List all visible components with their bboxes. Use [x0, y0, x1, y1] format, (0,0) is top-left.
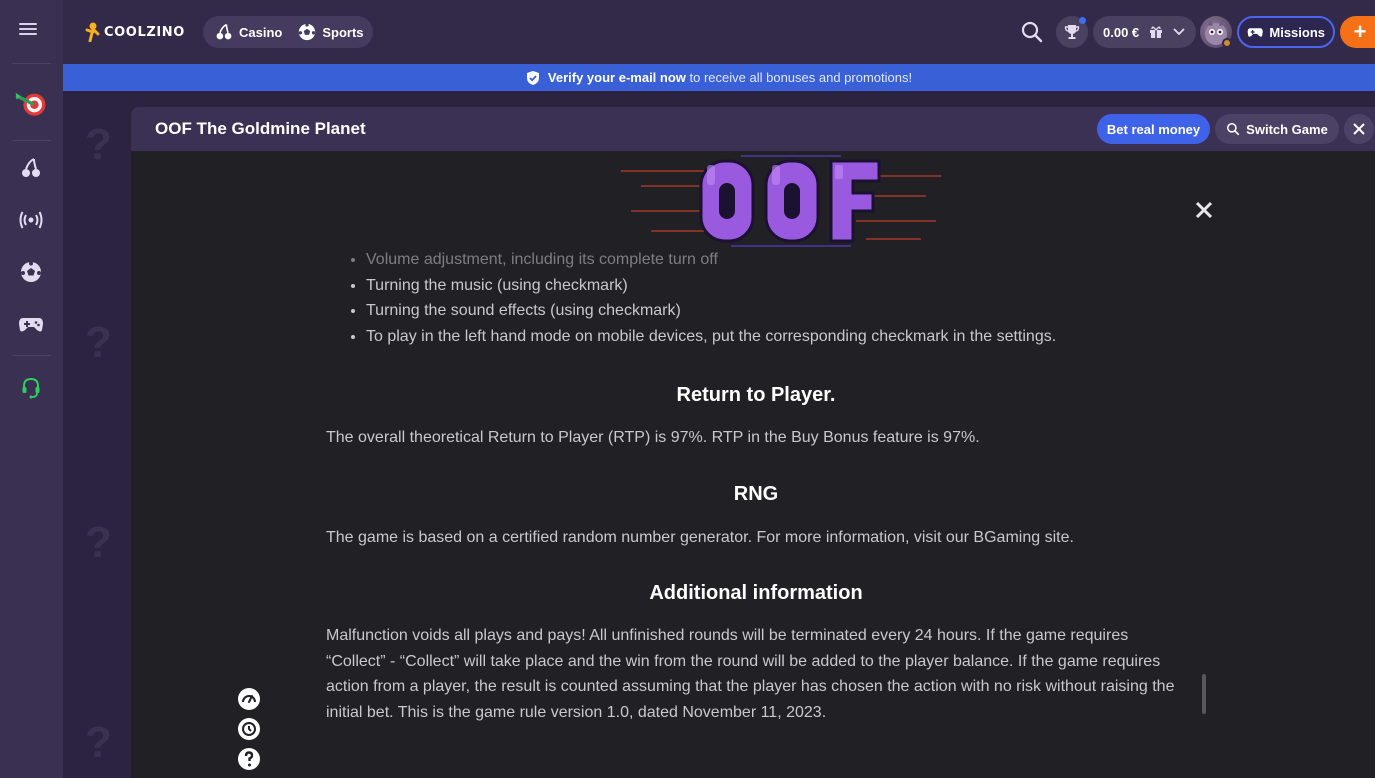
- game-header-bar: OOF The Goldmine Planet Bet real money S…: [131, 107, 1375, 151]
- trophy-button[interactable]: [1056, 16, 1088, 48]
- list-item: Turning the sound effects (using checkma…: [366, 298, 1186, 324]
- background-placeholder-icon: ?: [85, 518, 112, 567]
- rtp-text: The overall theoretical Return to Player…: [326, 429, 980, 447]
- bet-real-money-button[interactable]: Bet real money: [1097, 114, 1210, 144]
- sidebar-item-support[interactable]: [14, 371, 48, 405]
- question-icon: [238, 748, 260, 770]
- game-tool-buttons: [237, 687, 261, 777]
- missions-button[interactable]: Missions: [1237, 16, 1335, 48]
- nav-casino-button[interactable]: Casino: [211, 23, 286, 41]
- speed-icon: [238, 688, 260, 710]
- menu-hamburger-icon[interactable]: [19, 20, 43, 40]
- live-broadcast-icon: [19, 211, 43, 229]
- avatar-level-badge: [1222, 38, 1232, 48]
- verify-email-banner[interactable]: Verify your e-mail now to receive all bo…: [63, 64, 1375, 91]
- close-rules-icon[interactable]: [1193, 199, 1215, 221]
- banner-strong-text: Verify your e-mail now: [547, 70, 686, 85]
- main-nav: Casino Sports: [203, 16, 373, 48]
- rtp-heading: Return to Player.: [676, 384, 836, 407]
- left-sidebar: [0, 0, 63, 778]
- support-headset-icon: [22, 377, 40, 399]
- nav-sports-label: Sports: [322, 24, 364, 40]
- game-frame: Volume adjustment, including its complet…: [131, 151, 1375, 778]
- nav-sports-button[interactable]: Sports: [294, 23, 367, 41]
- shield-check-icon: [526, 70, 539, 85]
- close-icon: [1353, 123, 1365, 135]
- oof-game-logo: [621, 155, 941, 247]
- background-placeholder-icon: ?: [85, 120, 112, 169]
- sidebar-divider: [12, 140, 51, 141]
- banner-text: Verify your e-mail now to receive all bo…: [548, 70, 912, 85]
- settings-list: Volume adjustment, including its complet…: [326, 247, 1186, 349]
- cherries-icon: [22, 158, 40, 177]
- trophy-icon: [1064, 25, 1080, 39]
- game-title: OOF The Goldmine Planet: [155, 119, 366, 138]
- gamepad-icon: [1247, 28, 1263, 37]
- additional-info-text: Malfunction voids all plays and pays! Al…: [326, 627, 1175, 721]
- background-placeholder-icon: ?: [85, 318, 112, 367]
- list-item: Volume adjustment, including its complet…: [366, 247, 1186, 273]
- help-button[interactable]: [237, 747, 261, 771]
- search-icon: [1227, 122, 1240, 136]
- deposit-plus-button[interactable]: +: [1340, 16, 1375, 48]
- missions-label: Missions: [1269, 24, 1325, 40]
- rng-heading: RNG: [733, 482, 779, 505]
- gamepad-icon: [19, 318, 43, 332]
- banner-rest-text: to receive all bonuses and promotions!: [685, 70, 913, 85]
- sidebar-item-tournaments[interactable]: [14, 86, 48, 120]
- top-header: COOLZINO Casino Sports 0.00 € Missions +: [63, 0, 1375, 64]
- logo-text: COOLZINO: [104, 24, 185, 40]
- sidebar-item-live[interactable]: [14, 203, 48, 237]
- switch-game-label: Switch Game: [1246, 121, 1328, 137]
- dart-board-icon: [15, 92, 46, 116]
- turbo-button[interactable]: [237, 687, 261, 711]
- list-item: Turning the music (using checkmark): [366, 273, 1186, 299]
- soccer-ball-icon: [21, 261, 41, 282]
- game-rules-content: Volume adjustment, including its complet…: [326, 247, 1186, 725]
- search-icon[interactable]: [1020, 20, 1044, 44]
- sidebar-divider: [12, 63, 51, 64]
- soccer-ball-icon: [299, 23, 316, 41]
- balance-dropdown[interactable]: 0.00 €: [1093, 16, 1196, 48]
- coolzino-logo[interactable]: COOLZINO: [85, 22, 185, 42]
- close-game-button[interactable]: [1344, 114, 1374, 144]
- switch-game-button[interactable]: Switch Game: [1215, 114, 1339, 144]
- balance-amount: 0.00 €: [1103, 24, 1140, 40]
- list-item: To play in the left hand mode on mobile …: [366, 324, 1186, 350]
- history-icon: [238, 718, 260, 740]
- cherries-icon: [216, 23, 232, 40]
- chevron-down-icon: [1173, 28, 1185, 36]
- sidebar-item-sports[interactable]: [14, 255, 48, 289]
- background-placeholder-icon: ?: [85, 718, 112, 767]
- gift-icon: [1150, 26, 1163, 38]
- nav-casino-label: Casino: [239, 24, 283, 40]
- notification-dot: [1079, 17, 1086, 24]
- additional-info-heading: Additional information: [649, 582, 863, 605]
- sidebar-item-casino[interactable]: [14, 151, 48, 185]
- sidebar-item-virtual[interactable]: [14, 307, 48, 341]
- history-button[interactable]: [237, 717, 261, 741]
- rules-scrollbar[interactable]: [1202, 674, 1206, 714]
- rng-text: The game is based on a certified random …: [326, 528, 1074, 546]
- sidebar-divider: [12, 355, 51, 356]
- coolzino-mascot-icon: [85, 22, 100, 42]
